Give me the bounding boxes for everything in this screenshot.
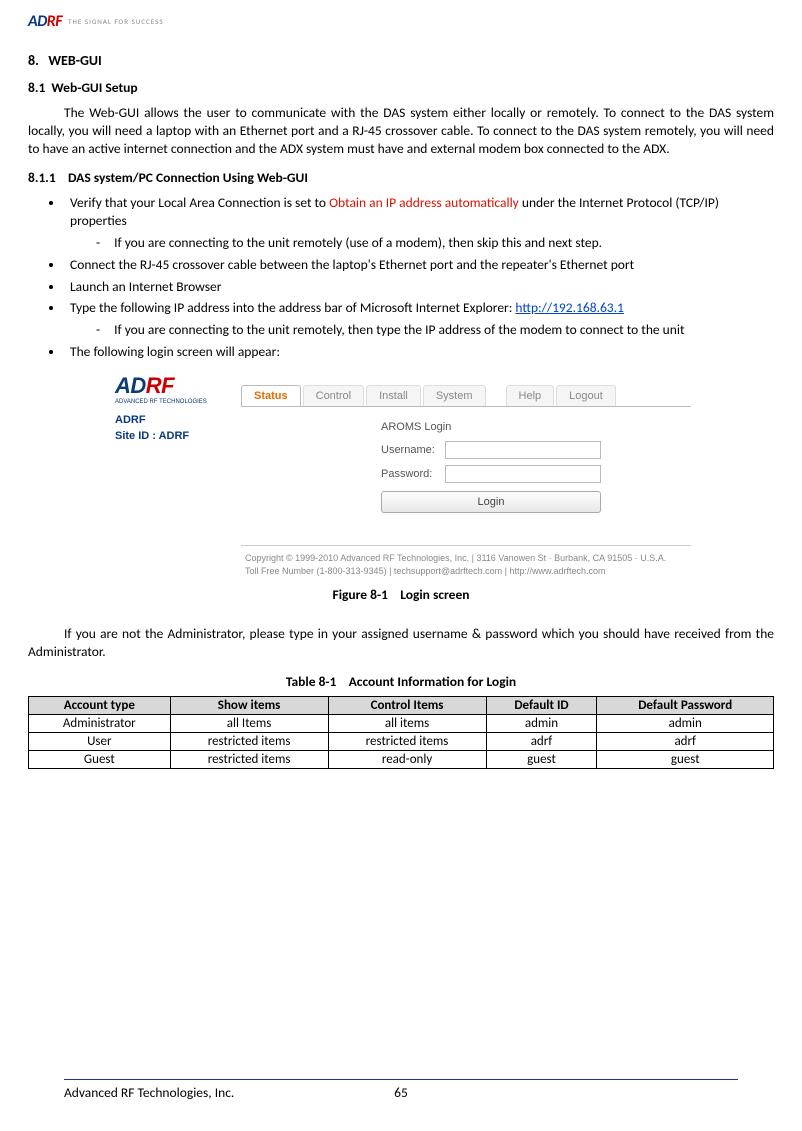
tab-help[interactable]: Help bbox=[506, 385, 555, 406]
list-item: Type the following IP address into the a… bbox=[64, 299, 774, 339]
table-header: Default ID bbox=[486, 697, 597, 715]
intro-paragraph: The Web-GUI allows the user to communica… bbox=[28, 104, 774, 159]
screenshot-footer: Copyright © 1999-2010 Advanced RF Techno… bbox=[241, 552, 691, 577]
table-header: Control Items bbox=[328, 697, 486, 715]
subsection-heading-8-1: 8.1 Web-GUI Setup bbox=[28, 79, 774, 96]
table-header: Show items bbox=[170, 697, 328, 715]
password-input[interactable] bbox=[445, 465, 601, 483]
list-item: Launch an Internet Browser bbox=[64, 278, 774, 296]
screenshot-logo-icon: ADRF ADVANCED RF TECHNOLOGIES bbox=[115, 373, 241, 405]
ip-address-link[interactable]: http://192.168.63.1 bbox=[515, 299, 623, 316]
tab-system[interactable]: System bbox=[423, 385, 486, 406]
table-row: Administrator all Items all items admin … bbox=[29, 715, 774, 733]
username-label: Username: bbox=[381, 444, 445, 456]
page-header-logo: ADRF THE SIGNAL FOR SUCCESS bbox=[28, 10, 774, 32]
table-row: User restricted items restricted items a… bbox=[29, 733, 774, 751]
footer-page-number: 65 bbox=[394, 1084, 408, 1101]
sub-list-item: If you are connecting to the unit remote… bbox=[96, 234, 774, 252]
section-heading: 8. WEB-GUI bbox=[28, 52, 774, 69]
username-input[interactable] bbox=[445, 441, 601, 459]
tab-status[interactable]: Status bbox=[241, 385, 301, 406]
tab-logout[interactable]: Logout bbox=[556, 385, 616, 406]
screenshot-tabs: Status Control Install System Help Logou… bbox=[241, 383, 691, 407]
subsection-heading-8-1-1: 8.1.1 DAS system/PC Connection Using Web… bbox=[28, 169, 774, 186]
list-item: Connect the RJ-45 crossover cable betwee… bbox=[64, 256, 774, 274]
login-form: AROMS Login Username: Password: Login bbox=[381, 421, 601, 513]
logo-tagline: THE SIGNAL FOR SUCCESS bbox=[68, 17, 163, 26]
sub-list-item: If you are connecting to the unit remote… bbox=[96, 321, 774, 339]
table-header: Default Password bbox=[597, 697, 774, 715]
password-label: Password: bbox=[381, 468, 445, 480]
login-screenshot: ADRF ADVANCED RF TECHNOLOGIES ADRF Site … bbox=[111, 367, 691, 577]
table-header-row: Account type Show items Control Items De… bbox=[29, 697, 774, 715]
tab-install[interactable]: Install bbox=[366, 385, 421, 406]
admin-note-paragraph: If you are not the Administrator, please… bbox=[28, 625, 774, 661]
list-item: Verify that your Local Area Connection i… bbox=[64, 194, 774, 253]
login-title: AROMS Login bbox=[381, 421, 601, 433]
table-header: Account type bbox=[29, 697, 171, 715]
instruction-list: Verify that your Local Area Connection i… bbox=[64, 194, 774, 362]
account-info-table: Account type Show items Control Items De… bbox=[28, 696, 774, 769]
figure-caption: Figure 8-1 Login screen bbox=[28, 586, 774, 603]
list-item: The following login screen will appear: bbox=[64, 343, 774, 361]
tab-control[interactable]: Control bbox=[303, 385, 364, 406]
login-button[interactable]: Login bbox=[381, 491, 601, 513]
adrf-logo-icon: ADRF bbox=[28, 12, 62, 31]
page-footer: Advanced RF Technologies, Inc. 65 bbox=[64, 1079, 738, 1101]
footer-company: Advanced RF Technologies, Inc. bbox=[64, 1084, 234, 1101]
table-caption: Table 8-1 Account Information for Login bbox=[28, 673, 774, 690]
table-row: Guest restricted items read-only guest g… bbox=[29, 751, 774, 769]
screenshot-site-info: ADRF Site ID : ADRF bbox=[115, 413, 241, 444]
highlight-text: Obtain an IP address automatically bbox=[329, 194, 519, 211]
